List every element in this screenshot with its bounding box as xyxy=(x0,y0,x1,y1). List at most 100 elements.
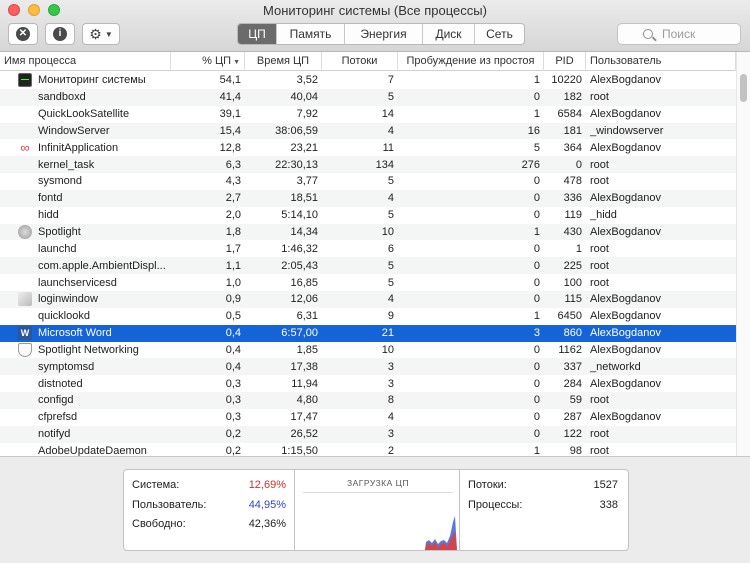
cell-user: AlexBogdanov xyxy=(590,343,661,356)
cell-wakeups: 0 xyxy=(533,209,540,222)
inspect-process-button[interactable]: i xyxy=(45,23,75,45)
system-label: Система: xyxy=(132,479,180,491)
process-name: launchd xyxy=(38,242,77,255)
table-row[interactable]: symptomsd 0,4 17,38 3 0 337 _networkd xyxy=(0,358,736,376)
table-row[interactable]: configd 0,3 4,80 8 0 59 root xyxy=(0,392,736,409)
table-row[interactable]: notifyd 0,2 26,52 3 0 122 root xyxy=(0,425,736,443)
cell-time: 5:14,10 xyxy=(281,209,318,222)
cell-time: 17,47 xyxy=(290,411,318,424)
table-row[interactable]: Spotlight Networking 0,4 1,85 10 0 1162 AlexBo… xyxy=(0,342,736,359)
cell-wakeups: 276 xyxy=(521,158,540,171)
table-row[interactable]: kernel_task 6,3 22:30,13 134 276 0 root xyxy=(0,156,736,174)
action-menu-button[interactable]: ⚙ ▼ xyxy=(82,23,120,45)
stop-process-button[interactable]: ✕ xyxy=(8,23,38,45)
cell-wakeups: 0 xyxy=(533,411,540,424)
cell-threads: 8 xyxy=(387,394,394,407)
process-name-cell: sysmond xyxy=(0,174,171,188)
cell-user: root xyxy=(590,158,609,171)
cell-threads: 2 xyxy=(387,444,394,456)
close-circle-icon: ✕ xyxy=(16,27,30,41)
cell-user: root xyxy=(590,276,609,289)
process-name: launchservicesd xyxy=(38,276,117,289)
table-row[interactable]: fontd 2,7 18,51 4 0 336 AlexBogdanov xyxy=(0,189,736,207)
cell-pid: 225 xyxy=(563,259,582,272)
word-icon: W xyxy=(18,326,32,341)
process-icon-placeholder xyxy=(18,393,32,407)
cell-pid: 119 xyxy=(564,209,582,222)
search-field[interactable]: Поиск xyxy=(617,23,741,45)
cell-user: root xyxy=(590,394,609,407)
process-name-cell: fontd xyxy=(0,191,171,205)
table-row[interactable]: hidd 2,0 5:14,10 5 0 119 _hidd xyxy=(0,207,736,224)
table-row[interactable]: Мониторинг системы 54,1 3,52 7 1 10220 AlexBog… xyxy=(0,72,736,89)
cell-threads: 3 xyxy=(387,428,394,441)
process-name-cell: symptomsd xyxy=(0,360,171,374)
tab-2[interactable]: Энергия xyxy=(344,24,422,44)
table-row[interactable]: sandboxd 41,4 40,04 5 0 182 root xyxy=(0,88,736,106)
cell-user: AlexBogdanov xyxy=(590,226,661,239)
cell-pid: 284 xyxy=(563,377,582,390)
column-header-0[interactable]: Имя процесса xyxy=(0,52,171,71)
cell-user: _hidd xyxy=(590,209,617,222)
table-row[interactable]: launchservicesd 1,0 16,85 5 0 100 root xyxy=(0,274,736,291)
table-row[interactable]: cfprefsd 0,3 17,47 4 0 287 AlexBogdanov xyxy=(0,409,736,426)
cell-wakeups: 0 xyxy=(533,377,540,390)
cell-user: AlexBogdanov xyxy=(590,192,661,205)
process-name-cell: W Microsoft Word xyxy=(0,326,171,341)
column-header-3[interactable]: Потоки xyxy=(322,52,398,71)
tab-1[interactable]: Память xyxy=(276,24,344,44)
process-icon-placeholder xyxy=(18,208,32,222)
cell-pid: 478 xyxy=(563,175,582,188)
column-header-1[interactable]: % ЦП ▼ xyxy=(171,52,245,71)
cell-wakeups: 0 xyxy=(533,394,540,407)
process-name-cell: WindowServer xyxy=(0,124,171,138)
cell-cpu: 15,4 xyxy=(219,124,241,137)
threads-stat: Потоки: 1527 xyxy=(468,476,618,496)
column-header-6[interactable]: Пользователь xyxy=(586,52,736,71)
table-row[interactable]: ∞ InfinitApplication 12,8 23,21 11 5 364 AlexBo… xyxy=(0,139,736,156)
column-header-2[interactable]: Время ЦП xyxy=(245,52,322,71)
table-row[interactable]: quicklookd 0,5 6,31 9 1 6450 AlexBogdanov xyxy=(0,308,736,325)
table-row[interactable]: QuickLookSatellite 39,1 7,92 14 1 6584 AlexBog… xyxy=(0,106,736,123)
table-row[interactable]: distnoted 0,3 11,94 3 0 284 AlexBogdanov xyxy=(0,375,736,392)
search-placeholder: Поиск xyxy=(662,27,696,41)
cell-user: AlexBogdanov xyxy=(590,74,661,87)
table-row[interactable]: Spotlight 1,8 14,34 10 1 430 AlexBogdanov xyxy=(0,223,736,241)
process-icon-placeholder xyxy=(18,377,32,391)
tab-3[interactable]: Диск xyxy=(422,24,474,44)
idle-value: 42,36% xyxy=(248,518,286,530)
tab-4[interactable]: Сеть xyxy=(474,24,524,44)
cell-threads: 5 xyxy=(387,209,394,222)
summary-area: Система: 12,69% Пользователь: 44,95% Сво… xyxy=(0,456,750,563)
system-stat: Система: 12,69% xyxy=(132,476,286,496)
process-name-cell: distnoted xyxy=(0,377,171,391)
process-name: com.apple.AmbientDispl... xyxy=(38,259,166,272)
column-header-5[interactable]: PID xyxy=(544,52,586,71)
cell-time: 22:30,13 xyxy=(275,158,318,171)
table-row[interactable]: launchd 1,7 1:46,32 6 0 1 root xyxy=(0,240,736,257)
table-row[interactable]: sysmond 4,3 3,77 5 0 478 root xyxy=(0,173,736,190)
cell-time: 7,92 xyxy=(296,108,318,121)
cell-threads: 10 xyxy=(381,226,394,239)
process-name-cell: AdobeUpdateDaemon xyxy=(0,444,171,456)
cell-cpu: 2,0 xyxy=(225,209,241,222)
process-name-cell: launchd xyxy=(0,242,171,256)
scroll-thumb[interactable] xyxy=(740,74,747,102)
table-row[interactable]: com.apple.AmbientDispl... 1,1 2:05,43 5 0 225… xyxy=(0,257,736,275)
vertical-scrollbar[interactable] xyxy=(736,52,750,456)
table-row[interactable]: AdobeUpdateDaemon 0,2 1:15,50 2 1 98 root xyxy=(0,443,736,456)
cell-time: 17,38 xyxy=(290,360,318,373)
cell-pid: 336 xyxy=(563,192,582,205)
cell-wakeups: 1 xyxy=(533,444,540,456)
cell-pid: 122 xyxy=(563,428,582,441)
cell-time: 11,94 xyxy=(291,377,318,390)
table-row[interactable]: W Microsoft Word 0,4 6:57,00 21 3 860 AlexBogda… xyxy=(0,324,736,342)
cell-pid: 98 xyxy=(569,444,582,456)
process-icon-placeholder xyxy=(18,309,32,323)
table-row[interactable]: WindowServer 15,4 38:06,59 4 16 181 _windowser… xyxy=(0,122,736,140)
cell-cpu: 0,3 xyxy=(225,377,241,390)
column-header-4[interactable]: Пробуждение из простоя xyxy=(398,52,544,71)
table-row[interactable]: loginwindow 0,9 12,06 4 0 115 AlexBogdanov xyxy=(0,290,736,308)
tab-0[interactable]: ЦП xyxy=(238,24,276,44)
cell-time: 6,31 xyxy=(296,310,318,323)
